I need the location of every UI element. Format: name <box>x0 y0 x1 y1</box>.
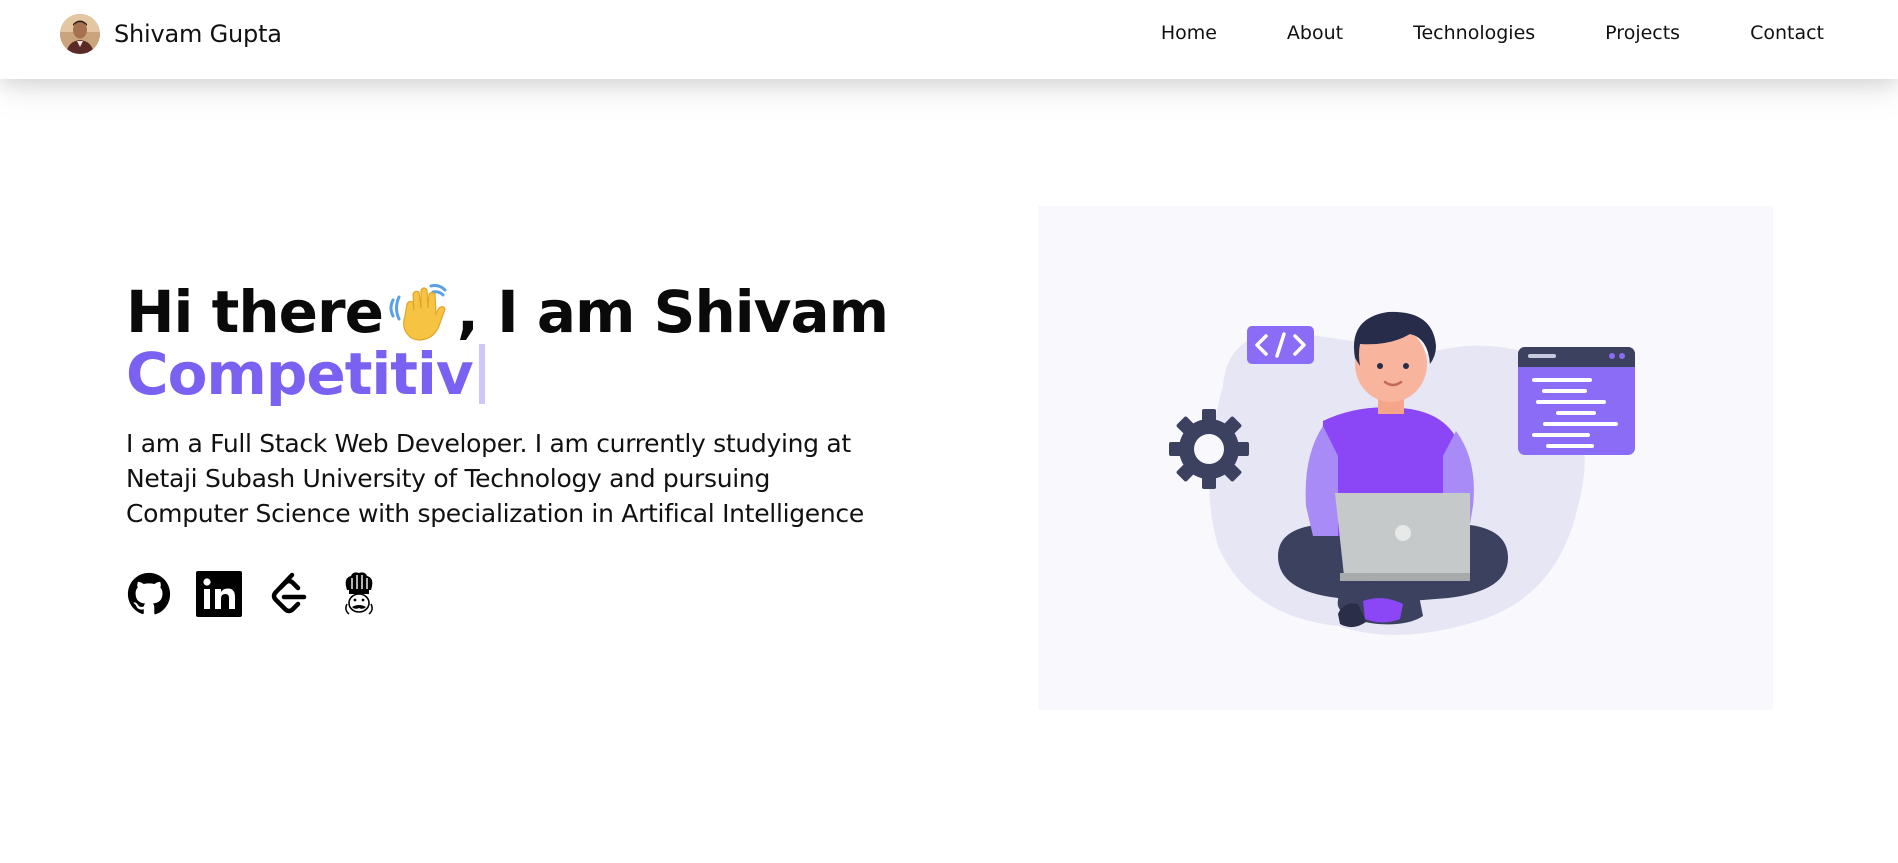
code-tag-icon <box>1247 326 1314 364</box>
nav-item-home[interactable]: Home <box>1161 22 1217 44</box>
hero-intro: Hi there , I am Shivam Competitiv I am a… <box>126 278 889 617</box>
typing-cursor <box>478 344 485 404</box>
codechef-icon[interactable] <box>336 571 382 617</box>
developer-illustration <box>1038 206 1773 710</box>
navbar: Shivam Gupta Home About Technologies Pro… <box>0 0 1898 79</box>
hero-heading: Hi there , I am Shivam <box>126 278 889 346</box>
nav-item-projects[interactable]: Projects <box>1605 22 1680 44</box>
nav-item-technologies[interactable]: Technologies <box>1413 22 1535 44</box>
typed-role-line: Competitiv <box>126 340 886 408</box>
greeting-suffix: , I am Shivam <box>456 278 889 346</box>
avatar <box>60 14 100 54</box>
nav-item-contact[interactable]: Contact <box>1750 22 1824 44</box>
linkedin-icon[interactable] <box>196 571 242 617</box>
gear-icon <box>1169 409 1249 489</box>
brand[interactable]: Shivam Gupta <box>60 14 282 54</box>
brand-name: Shivam Gupta <box>114 20 282 48</box>
greeting-prefix: Hi there <box>126 278 384 346</box>
leetcode-icon[interactable] <box>266 571 312 617</box>
github-icon[interactable] <box>126 571 172 617</box>
nav-links: Home About Technologies Projects Contact <box>1161 22 1824 44</box>
waving-hand-icon <box>387 280 453 344</box>
code-window-icon <box>1518 347 1635 455</box>
social-links <box>126 571 886 617</box>
typed-role-text: Competitiv <box>126 340 474 408</box>
nav-item-about[interactable]: About <box>1287 22 1343 44</box>
hero-bio: I am a Full Stack Web Developer. I am cu… <box>126 429 864 528</box>
